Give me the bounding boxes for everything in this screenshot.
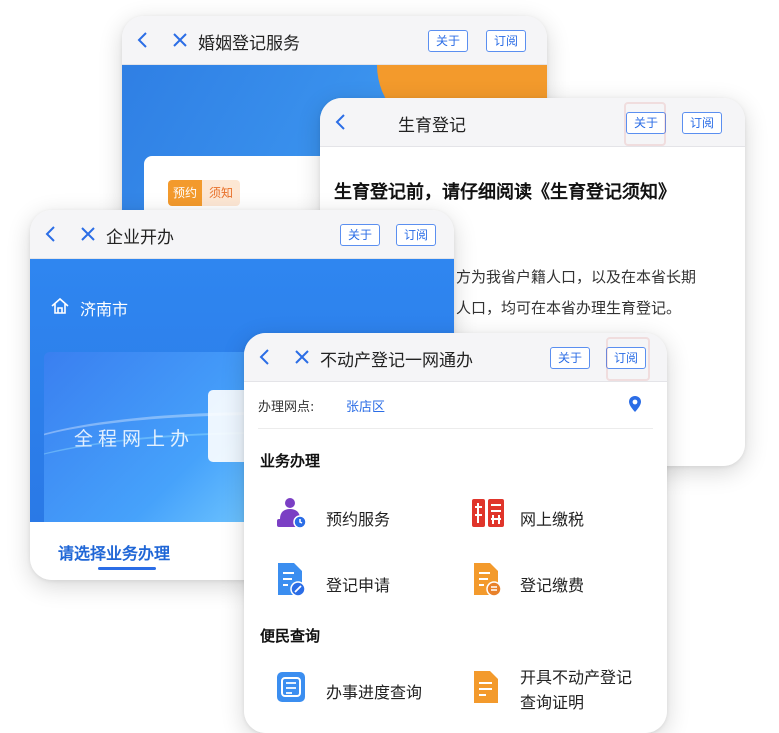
active-tab-indicator xyxy=(98,567,156,570)
divider xyxy=(258,428,653,429)
birth-card-header: 生育登记 关于 订阅 xyxy=(320,98,745,147)
birth-card-title: 生育登记 xyxy=(398,116,466,136)
marriage-card-header: 婚姻登记服务 关于 订阅 xyxy=(122,16,547,65)
tax-icon[interactable] xyxy=(470,495,506,531)
location-pin-icon[interactable] xyxy=(628,395,642,413)
progress-query-item[interactable]: 办事进度查询 xyxy=(326,679,422,703)
registration-apply-icon[interactable] xyxy=(274,561,308,597)
birth-paragraph-line: 人口，均可在本省办理生育登记。 xyxy=(456,299,682,317)
location-value[interactable]: 张店区 xyxy=(346,396,385,415)
online-tax-item[interactable]: 网上缴税 xyxy=(520,506,584,530)
back-icon[interactable] xyxy=(258,349,270,365)
about-button[interactable]: 关于 xyxy=(428,30,469,52)
notice-tag[interactable]: 须知 xyxy=(202,180,240,206)
close-icon[interactable] xyxy=(294,349,310,365)
appointment-tag[interactable]: 预约 xyxy=(168,180,202,206)
back-icon[interactable] xyxy=(44,226,56,242)
city-selector[interactable]: 济南市 xyxy=(80,296,128,320)
back-icon[interactable] xyxy=(136,32,148,48)
about-button[interactable]: 关于 xyxy=(340,224,381,246)
birth-paragraph-line: 方为我省户籍人口，以及在本省长期 xyxy=(456,268,697,286)
query-section-title: 便民查询 xyxy=(260,627,321,645)
realestate-card-header: 不动产登记一网通办 关于 订阅 xyxy=(244,333,667,382)
appointment-service-item[interactable]: 预约服务 xyxy=(326,506,390,530)
watermark-seal xyxy=(624,102,666,146)
appointment-icon[interactable] xyxy=(274,495,310,531)
about-button[interactable]: 关于 xyxy=(550,347,591,369)
back-icon[interactable] xyxy=(334,114,346,130)
business-section-title: 业务办理 xyxy=(260,452,321,470)
home-icon xyxy=(51,297,69,314)
close-icon[interactable] xyxy=(172,32,188,48)
certificate-item-line2[interactable]: 查询证明 xyxy=(520,689,584,713)
enterprise-card-title: 企业开办 xyxy=(106,228,174,248)
subscribe-button[interactable]: 订阅 xyxy=(682,112,723,134)
certificate-icon[interactable] xyxy=(470,669,504,705)
banner-slogan: 全程网上办 xyxy=(74,428,195,450)
subscribe-button[interactable]: 订阅 xyxy=(486,30,527,52)
realestate-card-title: 不动产登记一网通办 xyxy=(320,351,473,371)
certificate-item[interactable]: 开具不动产登记 xyxy=(520,664,632,688)
birth-headline[interactable]: 生育登记前，请仔细阅读《生育登记须知》 xyxy=(334,178,676,204)
progress-query-icon[interactable] xyxy=(274,669,308,705)
registration-apply-item[interactable]: 登记申请 xyxy=(326,572,390,596)
subscribe-button[interactable]: 订阅 xyxy=(396,224,437,246)
registration-fee-item[interactable]: 登记缴费 xyxy=(520,572,584,596)
realestate-registration-card: 不动产登记一网通办 关于 订阅 办理网点: 张店区 业务办理 预约服务 网上缴税… xyxy=(244,333,667,733)
registration-fee-icon[interactable] xyxy=(470,561,504,597)
enterprise-card-header: 企业开办 关于 订阅 xyxy=(30,210,454,259)
marriage-card-title: 婚姻登记服务 xyxy=(198,34,300,54)
location-label: 办理网点: xyxy=(258,400,315,415)
watermark-seal xyxy=(606,337,650,381)
close-icon[interactable] xyxy=(80,226,96,242)
choose-business-tab[interactable]: 请选择业务办理 xyxy=(58,540,170,564)
